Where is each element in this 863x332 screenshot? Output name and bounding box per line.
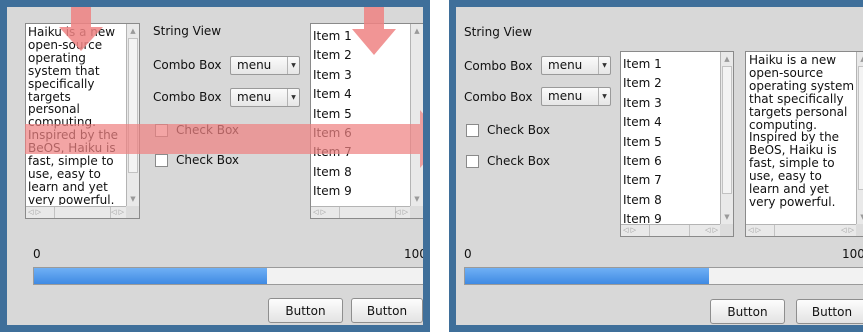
button[interactable]: Button (351, 298, 423, 323)
scroll-up-icon[interactable]: ▲ (128, 26, 138, 36)
scroll-thumb[interactable] (858, 66, 863, 190)
list-vertical-scrollbar[interactable]: ▲ ▼ (720, 52, 733, 224)
scroll-up-icon[interactable]: ▲ (858, 54, 863, 64)
scroll-right-icon[interactable]: ◁ ▷ (395, 208, 408, 216)
string-view: String View (464, 25, 533, 39)
list-item[interactable]: Item 6 (313, 124, 409, 143)
list-item[interactable]: Item 9 (623, 210, 719, 223)
check-box-label: Check Box (487, 154, 551, 168)
combo-box-value: menu (237, 58, 272, 72)
scroll-down-icon[interactable]: ▼ (412, 194, 422, 204)
list-item[interactable]: Item 7 (623, 171, 719, 190)
combo-box-menu[interactable]: menu ▼ (230, 88, 300, 107)
combo-box-value: menu (237, 90, 272, 104)
scroll-down-icon[interactable]: ▼ (128, 194, 138, 204)
progress-bar (464, 267, 863, 285)
scroll-right-icon[interactable]: ◁ ▷ (111, 208, 124, 216)
check-box-label: Check Box (487, 123, 551, 137)
check-box[interactable]: Check Box (155, 153, 239, 167)
list-horizontal-scrollbar[interactable]: ◁ ▷ ◁ ▷ (621, 224, 720, 236)
list-item[interactable]: Item 9 (313, 182, 409, 201)
combo-box-label: Combo Box (153, 58, 222, 72)
progress-min-label: 0 (464, 247, 472, 261)
checkbox-box[interactable] (466, 154, 479, 168)
combo-box-label: Combo Box (153, 90, 222, 104)
chevron-down-icon[interactable]: ▼ (287, 57, 299, 74)
checkbox-box[interactable] (155, 153, 168, 167)
check-box-label: Check Box (176, 123, 240, 137)
button[interactable]: Button (268, 298, 343, 323)
list-item[interactable]: Item 6 (623, 152, 719, 171)
text-horizontal-scrollbar[interactable]: ◁ ▷ ◁ ▷ (26, 206, 126, 218)
combo-box-value: menu (548, 89, 583, 103)
progress-max-label: 100 (842, 247, 863, 261)
scroll-thumb[interactable] (128, 38, 138, 173)
button[interactable]: Button (796, 299, 863, 324)
scroll-down-icon[interactable]: ▼ (722, 212, 732, 222)
scroll-left-icon[interactable]: ◁ ▷ (623, 226, 636, 234)
scroll-right-icon[interactable]: ◁ ▷ (705, 226, 718, 234)
button[interactable]: Button (710, 299, 785, 324)
scroll-corner (720, 224, 733, 236)
progress-bar (33, 267, 423, 285)
progress-max-label: 100 (404, 247, 427, 261)
scroll-corner (856, 224, 863, 236)
list-item[interactable]: Item 7 (313, 143, 409, 162)
combo-box-menu[interactable]: menu ▼ (230, 56, 300, 75)
text-view[interactable]: Haiku is a new open-source operating sys… (25, 23, 140, 219)
text-vertical-scrollbar[interactable]: ▲ ▼ (126, 24, 139, 206)
list-item[interactable]: Item 1 (623, 55, 719, 74)
scroll-right-icon[interactable]: ◁ ▷ (841, 226, 854, 234)
text-horizontal-scrollbar[interactable]: ◁ ▷ ◁ ▷ (746, 224, 856, 236)
combo-box-label: Combo Box (464, 90, 533, 104)
list-item[interactable]: Item 2 (313, 46, 409, 65)
combo-box-menu[interactable]: menu ▼ (541, 87, 611, 106)
combo-box-menu[interactable]: menu ▼ (541, 56, 611, 75)
check-box-label: Check Box (176, 153, 240, 167)
window-left: Haiku is a new open-source operating sys… (0, 0, 430, 332)
list-item[interactable]: Item 4 (623, 113, 719, 132)
chevron-down-icon[interactable]: ▼ (287, 89, 299, 106)
scroll-left-icon[interactable]: ◁ ▷ (313, 208, 326, 216)
text-view-content: Haiku is a new open-source operating sys… (749, 54, 855, 209)
check-box[interactable]: Check Box (155, 123, 239, 137)
check-box[interactable]: Check Box (466, 154, 550, 168)
list-item[interactable]: Item 8 (623, 191, 719, 210)
list-view[interactable]: Item 1 Item 2 Item 3 Item 4 Item 5 Item … (310, 23, 423, 219)
combo-box-value: menu (548, 58, 583, 72)
list-item[interactable]: Item 3 (313, 66, 409, 85)
progress-fill (34, 268, 268, 284)
scroll-left-icon[interactable]: ◁ ▷ (748, 226, 761, 234)
scroll-up-icon[interactable]: ▲ (412, 26, 422, 36)
list-item[interactable]: Item 8 (313, 163, 409, 182)
text-view[interactable]: Haiku is a new open-source operating sys… (745, 51, 863, 237)
list-item[interactable]: Item 1 (313, 27, 409, 46)
scroll-up-icon[interactable]: ▲ (722, 54, 732, 64)
list-item[interactable]: Item 4 (313, 85, 409, 104)
scroll-down-icon[interactable]: ▼ (858, 212, 863, 222)
chevron-down-icon[interactable]: ▼ (598, 57, 610, 74)
list-item[interactable]: Item 2 (623, 74, 719, 93)
list-item[interactable]: Item 5 (313, 105, 409, 124)
combo-box-label: Combo Box (464, 59, 533, 73)
list-item[interactable]: Item 3 (623, 94, 719, 113)
check-box[interactable]: Check Box (466, 123, 550, 137)
progress-fill (465, 268, 709, 284)
list-horizontal-scrollbar[interactable]: ◁ ▷ ◁ ▷ (311, 206, 410, 218)
list-item[interactable]: Item 5 (623, 133, 719, 152)
list-vertical-scrollbar[interactable]: ▲ ▼ (410, 24, 423, 206)
text-view-content: Haiku is a new open-source operating sys… (28, 26, 119, 205)
scroll-thumb[interactable] (722, 66, 732, 194)
checkbox-box[interactable] (466, 123, 479, 137)
string-view: String View (153, 24, 222, 38)
progress-min-label: 0 (33, 247, 41, 261)
list-view[interactable]: Item 1 Item 2 Item 3 Item 4 Item 5 Item … (620, 51, 734, 237)
scroll-corner (410, 206, 423, 218)
scroll-left-icon[interactable]: ◁ ▷ (28, 208, 41, 216)
text-vertical-scrollbar[interactable]: ▲ ▼ (856, 52, 863, 224)
window-right: String View Combo Box menu ▼ Combo Box m… (449, 0, 863, 332)
chevron-down-icon[interactable]: ▼ (598, 88, 610, 105)
checkbox-box[interactable] (155, 123, 168, 137)
scroll-corner (126, 206, 139, 218)
